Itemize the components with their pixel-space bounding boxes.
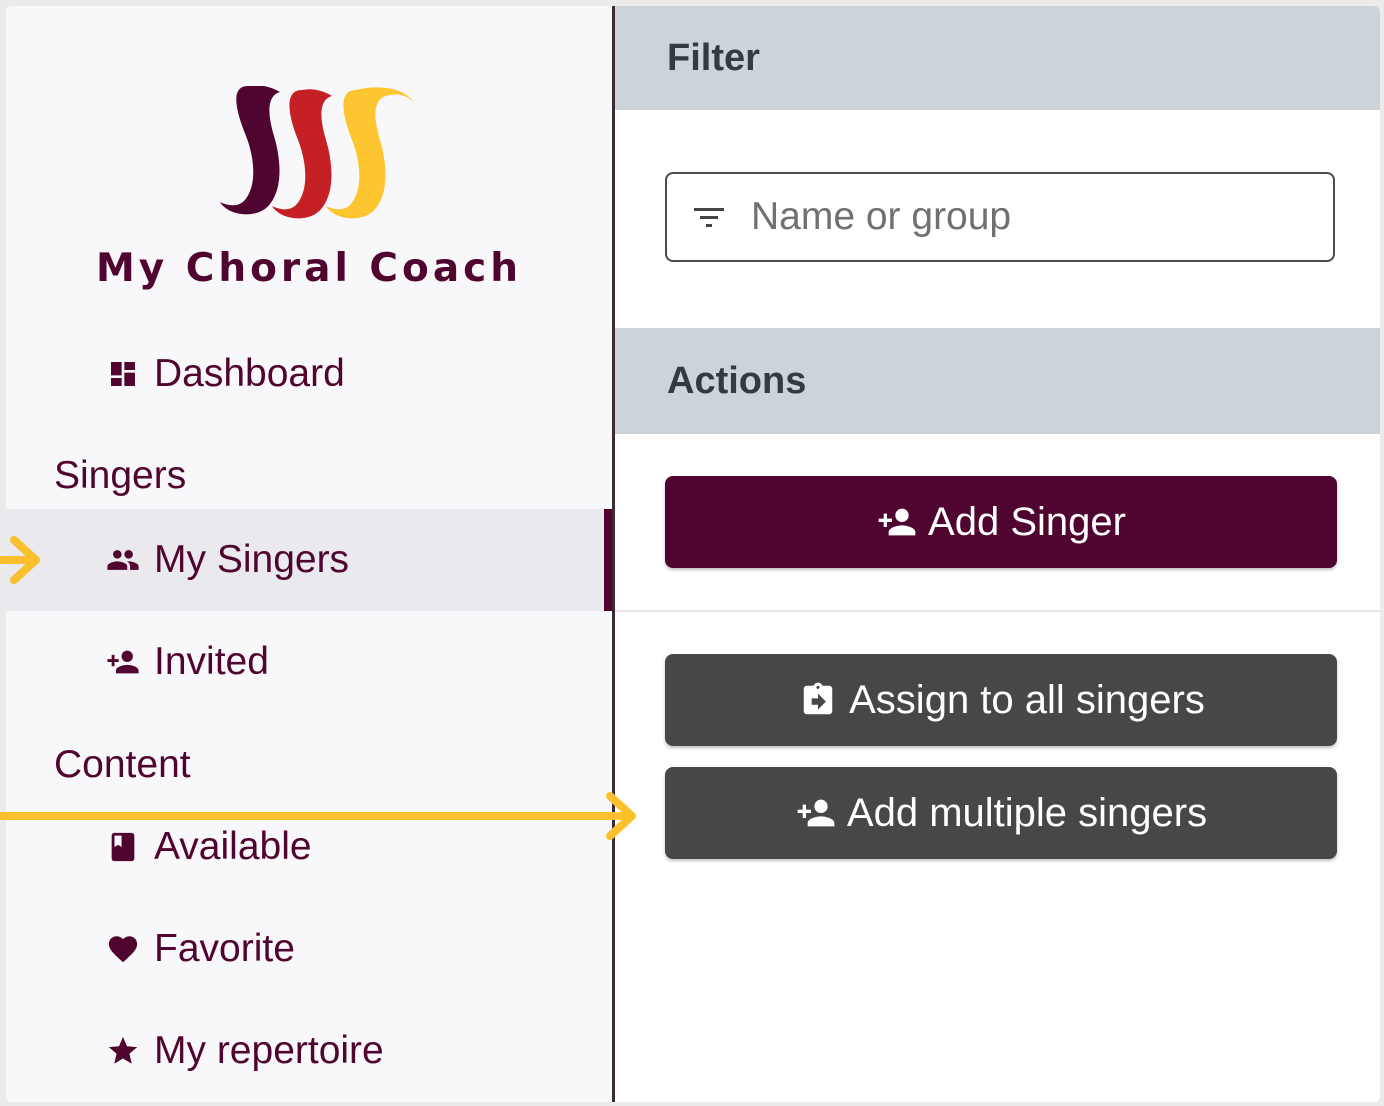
add-multiple-singers-label: Add multiple singers — [846, 790, 1208, 835]
actions-title: Actions — [667, 359, 807, 402]
assign-to-all-label: Assign to all singers — [849, 677, 1205, 722]
annotation-arrow-icon — [0, 792, 636, 840]
actions-header: Actions — [615, 328, 1380, 434]
sidebar-item-invited[interactable]: Invited — [6, 611, 612, 713]
assignment-return-icon — [797, 680, 839, 720]
filter-title: Filter — [667, 36, 760, 79]
filter-input[interactable] — [751, 190, 1311, 244]
sidebar-item-label: Favorite — [154, 927, 295, 970]
assign-to-all-button[interactable]: Assign to all singers — [665, 654, 1337, 746]
filter-header: Filter — [615, 6, 1380, 110]
filter-field[interactable] — [665, 172, 1335, 262]
choral-coach-logo — [220, 86, 414, 219]
person-add-icon — [795, 793, 837, 833]
sidebar-item-my-singers[interactable]: My Singers — [6, 509, 612, 611]
main-panel: Filter Actions Add Singer Assign to al — [615, 6, 1380, 1102]
person-add-icon — [876, 502, 918, 542]
sidebar-item-dashboard[interactable]: Dashboard — [6, 323, 612, 425]
sidebar-item-label: My Singers — [154, 538, 350, 581]
annotation-arrow-icon — [0, 536, 40, 584]
person-add-icon — [106, 645, 140, 679]
star-icon — [106, 1034, 140, 1068]
sidebar-item-label: Invited — [154, 640, 269, 683]
add-singer-button[interactable]: Add Singer — [665, 476, 1337, 568]
add-singer-label: Add Singer — [928, 499, 1126, 544]
group-icon — [106, 543, 140, 577]
filter-icon — [694, 208, 724, 227]
app-window: My Choral Coach Dashboard Singers My Sin… — [6, 6, 1380, 1102]
dashboard-icon — [106, 357, 140, 391]
actions-separator — [615, 610, 1380, 612]
sidebar: My Choral Coach Dashboard Singers My Sin… — [6, 6, 612, 1102]
sidebar-item-label: My repertoire — [154, 1029, 384, 1072]
section-title-singers: Singers — [54, 454, 187, 497]
brand-name: My Choral Coach — [95, 246, 523, 291]
section-title-content: Content — [54, 743, 191, 786]
add-multiple-singers-button[interactable]: Add multiple singers — [665, 767, 1337, 859]
heart-icon — [106, 932, 140, 966]
sidebar-item-favorite[interactable]: Favorite — [6, 898, 612, 1000]
sidebar-item-my-repertoire[interactable]: My repertoire — [6, 1000, 612, 1102]
sidebar-item-label: Dashboard — [154, 352, 345, 395]
